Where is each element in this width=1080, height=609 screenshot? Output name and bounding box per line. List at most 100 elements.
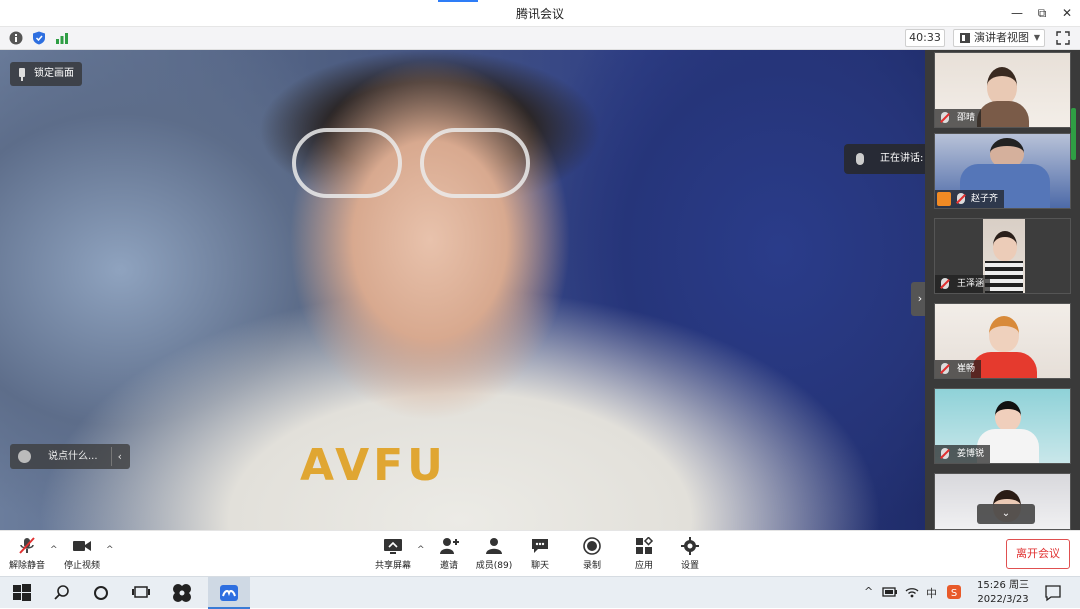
meeting-toolbar: 解除静音 ^ 停止视频 ^ 共享屏幕 ^ 邀请 成员(89) 聊天 录制 应用 … bbox=[0, 530, 1080, 576]
close-button[interactable]: ✕ bbox=[1057, 4, 1077, 22]
shirt-print: AVFU bbox=[300, 440, 447, 491]
mic-muted-icon bbox=[941, 112, 949, 123]
members-icon bbox=[486, 538, 502, 554]
participant-video-body bbox=[977, 101, 1029, 127]
chevron-up-icon[interactable]: ^ bbox=[864, 585, 873, 598]
gear-icon bbox=[681, 537, 699, 555]
unmute-label: 解除静音 bbox=[8, 561, 45, 571]
restore-button[interactable]: ⧉ bbox=[1032, 4, 1052, 22]
tencent-meeting-window: 腾讯会议 — ⧉ ✕ 40:33 演讲者视图 ▼ AVFU 锁定画面 说点什么.… bbox=[0, 0, 1080, 609]
battery-icon[interactable] bbox=[882, 584, 898, 600]
leave-meeting-button[interactable]: 离开会议 bbox=[1006, 539, 1070, 569]
settings-label: 设置 bbox=[680, 561, 699, 571]
participant-tile[interactable]: 崔畅 bbox=[934, 303, 1071, 379]
pin-icon bbox=[19, 68, 25, 81]
participant-tile[interactable]: 赵子齐 bbox=[934, 133, 1071, 209]
participant-name: 姜博锐 bbox=[935, 445, 991, 463]
participant-video-face bbox=[993, 231, 1017, 261]
title-accent bbox=[438, 0, 478, 2]
notification-icon[interactable] bbox=[1044, 584, 1062, 602]
meeting-info-bar: 40:33 演讲者视图 ▼ bbox=[0, 27, 1080, 50]
signal-icon[interactable] bbox=[55, 31, 69, 45]
svg-text:S: S bbox=[951, 588, 957, 599]
chat-label: 聊天 bbox=[530, 561, 549, 571]
participant-tile[interactable]: 邵晴 bbox=[934, 52, 1071, 128]
participant-video bbox=[989, 316, 1019, 352]
clock-date: 2022/3/23 bbox=[977, 594, 1029, 605]
record-label: 录制 bbox=[582, 561, 601, 571]
apps-label: 应用 bbox=[634, 561, 653, 571]
fullscreen-icon[interactable] bbox=[1056, 31, 1070, 45]
microphone-icon bbox=[856, 153, 864, 165]
info-icon[interactable] bbox=[9, 31, 23, 45]
host-icon bbox=[937, 192, 951, 206]
wifi-icon[interactable] bbox=[904, 584, 920, 600]
mic-muted-icon bbox=[941, 278, 949, 289]
lock-view-button[interactable]: 锁定画面 bbox=[10, 62, 82, 86]
participant-video bbox=[995, 401, 1021, 431]
members-label: 成员(89) bbox=[475, 561, 513, 571]
ime-indicator[interactable]: 中 bbox=[926, 585, 937, 601]
participant-name: 赵子齐 bbox=[935, 190, 1005, 208]
chevron-up-icon[interactable]: ^ bbox=[106, 545, 114, 555]
view-mode-label: 演讲者视图 bbox=[974, 31, 1029, 44]
record-button[interactable]: 录制 bbox=[566, 535, 618, 575]
chat-placeholder: 说点什么... bbox=[48, 451, 98, 462]
add-user-icon bbox=[440, 538, 459, 554]
microphone-muted-icon bbox=[19, 537, 35, 554]
chevron-down-icon: ▼ bbox=[1033, 33, 1040, 42]
shield-icon[interactable] bbox=[32, 31, 46, 45]
clock-time: 15:26 周三 bbox=[977, 580, 1029, 591]
speaker-glasses-right bbox=[420, 128, 530, 198]
sogou-input-icon[interactable]: S bbox=[946, 584, 962, 600]
minimize-button[interactable]: — bbox=[1007, 4, 1027, 22]
participant-name: 王泽涵 bbox=[935, 275, 991, 293]
lock-view-label: 锁定画面 bbox=[34, 68, 74, 79]
title-bar: 腾讯会议 — ⧉ ✕ bbox=[0, 0, 1080, 27]
chevron-left-icon[interactable]: ‹ bbox=[118, 444, 122, 469]
meeting-timer: 40:33 bbox=[905, 29, 945, 47]
task-view-icon[interactable] bbox=[131, 583, 151, 603]
app-pinwheel-icon[interactable] bbox=[172, 583, 192, 603]
record-icon bbox=[583, 537, 601, 555]
divider bbox=[111, 447, 112, 466]
unmute-button[interactable]: 解除静音 bbox=[1, 535, 53, 575]
stop-video-button[interactable]: 停止视频 bbox=[56, 535, 108, 575]
search-icon[interactable] bbox=[52, 583, 72, 603]
participant-video bbox=[987, 67, 1017, 105]
share-screen-icon bbox=[384, 539, 402, 554]
mic-muted-icon bbox=[957, 193, 965, 204]
windows-start-icon[interactable] bbox=[12, 583, 32, 603]
apps-icon bbox=[636, 537, 654, 554]
participant-video-body bbox=[985, 261, 1023, 293]
mic-muted-icon bbox=[941, 363, 949, 374]
participant-tile[interactable]: 王泽涵 bbox=[934, 218, 1071, 294]
view-mode-select[interactable]: 演讲者视图 ▼ bbox=[953, 29, 1045, 47]
main-speaker-video[interactable]: AVFU 锁定画面 说点什么... ‹ bbox=[0, 50, 925, 530]
participant-name: 崔畅 bbox=[935, 360, 982, 378]
quick-chat-input[interactable]: 说点什么... ‹ bbox=[10, 444, 130, 469]
share-screen-button[interactable]: 共享屏幕 bbox=[367, 535, 419, 575]
speaker-glasses-left bbox=[292, 128, 402, 198]
camera-icon bbox=[73, 541, 91, 551]
emoji-icon[interactable] bbox=[18, 450, 31, 463]
settings-button[interactable]: 设置 bbox=[664, 535, 716, 575]
mic-muted-icon bbox=[941, 448, 949, 459]
stop-video-label: 停止视频 bbox=[63, 561, 100, 571]
apps-button[interactable]: 应用 bbox=[618, 535, 670, 575]
system-clock[interactable]: 15:26 周三 2022/3/23 bbox=[970, 579, 1036, 607]
participant-name: 邵晴 bbox=[935, 109, 982, 127]
share-screen-label: 共享屏幕 bbox=[374, 561, 411, 571]
chat-icon bbox=[532, 539, 548, 553]
participant-tile[interactable]: 姜博锐 bbox=[934, 388, 1071, 464]
cortana-icon[interactable] bbox=[91, 583, 111, 603]
panel-scrollbar[interactable] bbox=[1071, 108, 1076, 160]
participant-panel: 邵晴 赵子齐 王泽涵 崔畅 姜博锐 bbox=[925, 50, 1080, 530]
chat-button[interactable]: 聊天 bbox=[514, 535, 566, 575]
windows-taskbar: ^ 中 S 15:26 周三 2022/3/23 bbox=[0, 576, 1080, 609]
speaker-view-icon bbox=[960, 33, 970, 43]
window-title: 腾讯会议 bbox=[515, 7, 564, 21]
tencent-meeting-icon[interactable] bbox=[219, 583, 239, 603]
members-button[interactable]: 成员(89) bbox=[468, 535, 520, 575]
scroll-down-button[interactable]: ⌄ bbox=[977, 504, 1035, 524]
